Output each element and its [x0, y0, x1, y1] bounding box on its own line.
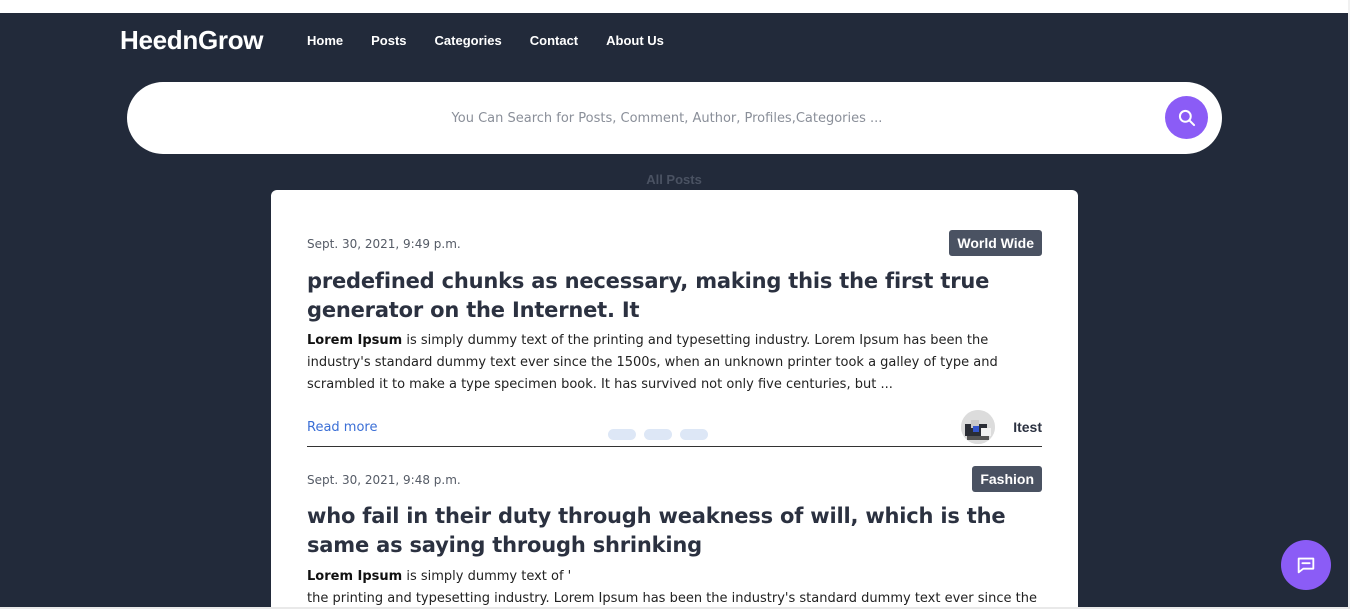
search-button[interactable] [1165, 96, 1208, 139]
nav-posts[interactable]: Posts [371, 33, 406, 48]
chat-button[interactable] [1281, 540, 1331, 590]
nav-contact[interactable]: Contact [530, 33, 578, 48]
post-excerpt-line: the printing and typesetting industry. L… [307, 591, 1038, 606]
main-nav: Home Posts Categories Contact About Us [307, 33, 692, 48]
posts-card: Sept. 30, 2021, 9:49 p.m. World Wide pre… [271, 190, 1078, 607]
post-title[interactable]: who fail in their duty through weakness … [307, 502, 1042, 560]
search-input[interactable] [167, 82, 1147, 154]
post-item: Sept. 30, 2021, 9:48 p.m. Fashion who fa… [307, 190, 1042, 607]
category-badge[interactable]: Fashion [972, 466, 1042, 492]
excerpt-text: is simply dummy text of ' [402, 569, 572, 584]
excerpt-bold: Lorem Ipsum [307, 569, 403, 584]
nav-about-us[interactable]: About Us [606, 33, 664, 48]
chat-bubble-icon [1297, 557, 1315, 574]
app-root: HeednGrow Home Posts Categories Contact … [0, 13, 1348, 607]
nav-categories[interactable]: Categories [435, 33, 502, 48]
brand-logo[interactable]: HeednGrow [120, 25, 264, 56]
search-icon [1178, 109, 1195, 126]
post-date: Sept. 30, 2021, 9:48 p.m. [307, 473, 461, 487]
nav-home[interactable]: Home [307, 33, 343, 48]
section-title: All Posts [646, 172, 702, 187]
search-bar [127, 82, 1222, 154]
post-excerpt: Lorem Ipsum is simply dummy text of ' [307, 566, 1042, 588]
top-strip [0, 0, 1350, 13]
